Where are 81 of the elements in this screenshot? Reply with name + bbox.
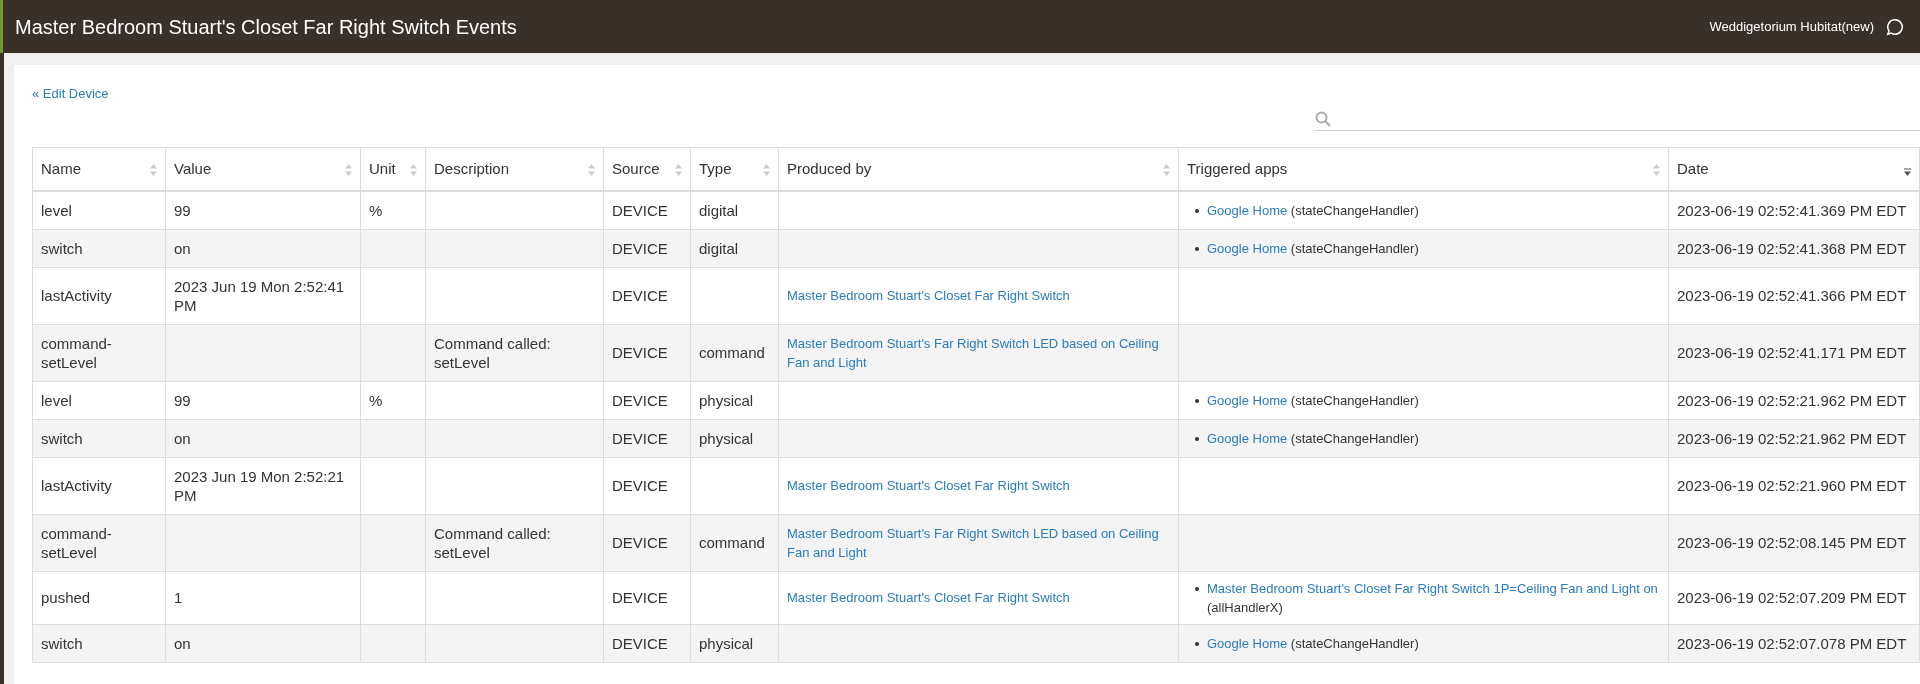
app-link[interactable]: Google Home [1207, 200, 1288, 220]
table-cell: command [690, 514, 779, 571]
column-header[interactable]: Unit [360, 147, 426, 191]
table-cell: lastActivity [32, 267, 166, 324]
table-cell: DEVICE [603, 419, 691, 457]
table-cell: command-setLevel [32, 514, 166, 571]
column-header[interactable]: Produced by [778, 147, 1179, 191]
table-cell: physical [690, 381, 779, 419]
table-cell: lastActivity [32, 457, 166, 514]
bullet-icon [1195, 586, 1199, 591]
table-cell: DEVICE [603, 324, 691, 381]
table-cell: switch [32, 624, 166, 662]
table-cell: on [165, 229, 361, 267]
table-cell: DEVICE [603, 514, 691, 571]
column-header[interactable]: Type [690, 147, 779, 191]
bullet-icon [1195, 641, 1199, 646]
table-cell: Command called: setLevel [425, 514, 604, 571]
table-cell: level [32, 381, 166, 419]
app-link[interactable]: Google Home [1207, 633, 1288, 653]
table-cell: DEVICE [603, 190, 691, 229]
table-cell: 2023-06-19 02:52:41.369 PM EDT [1668, 190, 1920, 229]
table-cell: on [165, 419, 361, 457]
table-cell: 2023 Jun 19 Mon 2:52:21 PM [165, 457, 361, 514]
table-cell: pushed [32, 571, 166, 624]
table-cell: 2023-06-19 02:52:41.366 PM EDT [1668, 267, 1920, 324]
table-cell: physical [690, 419, 779, 457]
hub-name: Weddigetorium Hubitat(new) [1709, 17, 1874, 36]
table-cell: 99 [165, 190, 361, 229]
chat-bubble-icon[interactable] [1886, 17, 1904, 36]
app-link[interactable]: Master Bedroom Stuart's Closet Far Right Switch 1P=Ceiling Fan and Light on [1207, 578, 1658, 598]
edit-device-link[interactable]: « Edit Device [32, 86, 109, 101]
column-header[interactable]: Triggered apps [1178, 147, 1669, 191]
bullet-icon [1195, 246, 1199, 251]
table-cell: 2023-06-19 02:52:08.145 PM EDT [1668, 514, 1920, 571]
table-cell: 2023-06-19 02:52:21.962 PM EDT [1668, 381, 1920, 419]
table-cell: 1 [165, 571, 361, 624]
table-cell: command [690, 324, 779, 381]
column-header[interactable]: Name [32, 147, 166, 191]
table-cell: switch [32, 229, 166, 267]
handler-name: (allHandlerX) [1207, 599, 1283, 615]
table-cell: Command called: setLevel [425, 324, 604, 381]
bullet-icon [1195, 436, 1199, 441]
table-cell: % [360, 190, 426, 229]
table-cell: 2023-06-19 02:52:41.368 PM EDT [1668, 229, 1920, 267]
table-cell: DEVICE [603, 571, 691, 624]
search-icon [1315, 110, 1331, 127]
table-cell: physical [690, 624, 779, 662]
table-cell: 2023-06-19 02:52:07.209 PM EDT [1668, 571, 1920, 624]
table-cell: % [360, 381, 426, 419]
app-link[interactable]: Google Home [1207, 428, 1288, 448]
handler-name: (stateChangeHandler) [1290, 392, 1419, 408]
handler-name: (stateChangeHandler) [1290, 240, 1419, 256]
table-cell: DEVICE [603, 229, 691, 267]
handler-name: (stateChangeHandler) [1290, 202, 1419, 218]
column-header[interactable]: Description [425, 147, 604, 191]
column-header[interactable]: Value [165, 147, 361, 191]
handler-name: (stateChangeHandler) [1290, 430, 1419, 446]
table-cell: 2023-06-19 02:52:21.962 PM EDT [1668, 419, 1920, 457]
column-header[interactable]: Source [603, 147, 691, 191]
page-title: Master Bedroom Stuart's Closet Far Right Switch Events [15, 14, 517, 40]
table-cell: 2023-06-19 02:52:41.171 PM EDT [1668, 324, 1920, 381]
table-cell: 2023-06-19 02:52:21.960 PM EDT [1668, 457, 1920, 514]
table-cell: 2023-06-19 02:52:07.078 PM EDT [1668, 624, 1920, 662]
table-cell: DEVICE [603, 381, 691, 419]
table-cell: DEVICE [603, 457, 691, 514]
column-header[interactable]: Date [1668, 147, 1920, 191]
bullet-icon [1195, 398, 1199, 403]
table-cell: DEVICE [603, 267, 691, 324]
app-link[interactable]: Google Home [1207, 238, 1288, 258]
table-cell: level [32, 190, 166, 229]
table-cell: 2023 Jun 19 Mon 2:52:41 PM [165, 267, 361, 324]
table-cell: digital [690, 229, 779, 267]
table-cell: 99 [165, 381, 361, 419]
table-cell: on [165, 624, 361, 662]
table-cell: switch [32, 419, 166, 457]
bullet-icon [1195, 208, 1199, 213]
app-link[interactable]: Google Home [1207, 390, 1288, 410]
handler-name: (stateChangeHandler) [1290, 635, 1419, 651]
table-cell: DEVICE [603, 624, 691, 662]
table-cell: digital [690, 190, 779, 229]
table-cell: command-setLevel [32, 324, 166, 381]
